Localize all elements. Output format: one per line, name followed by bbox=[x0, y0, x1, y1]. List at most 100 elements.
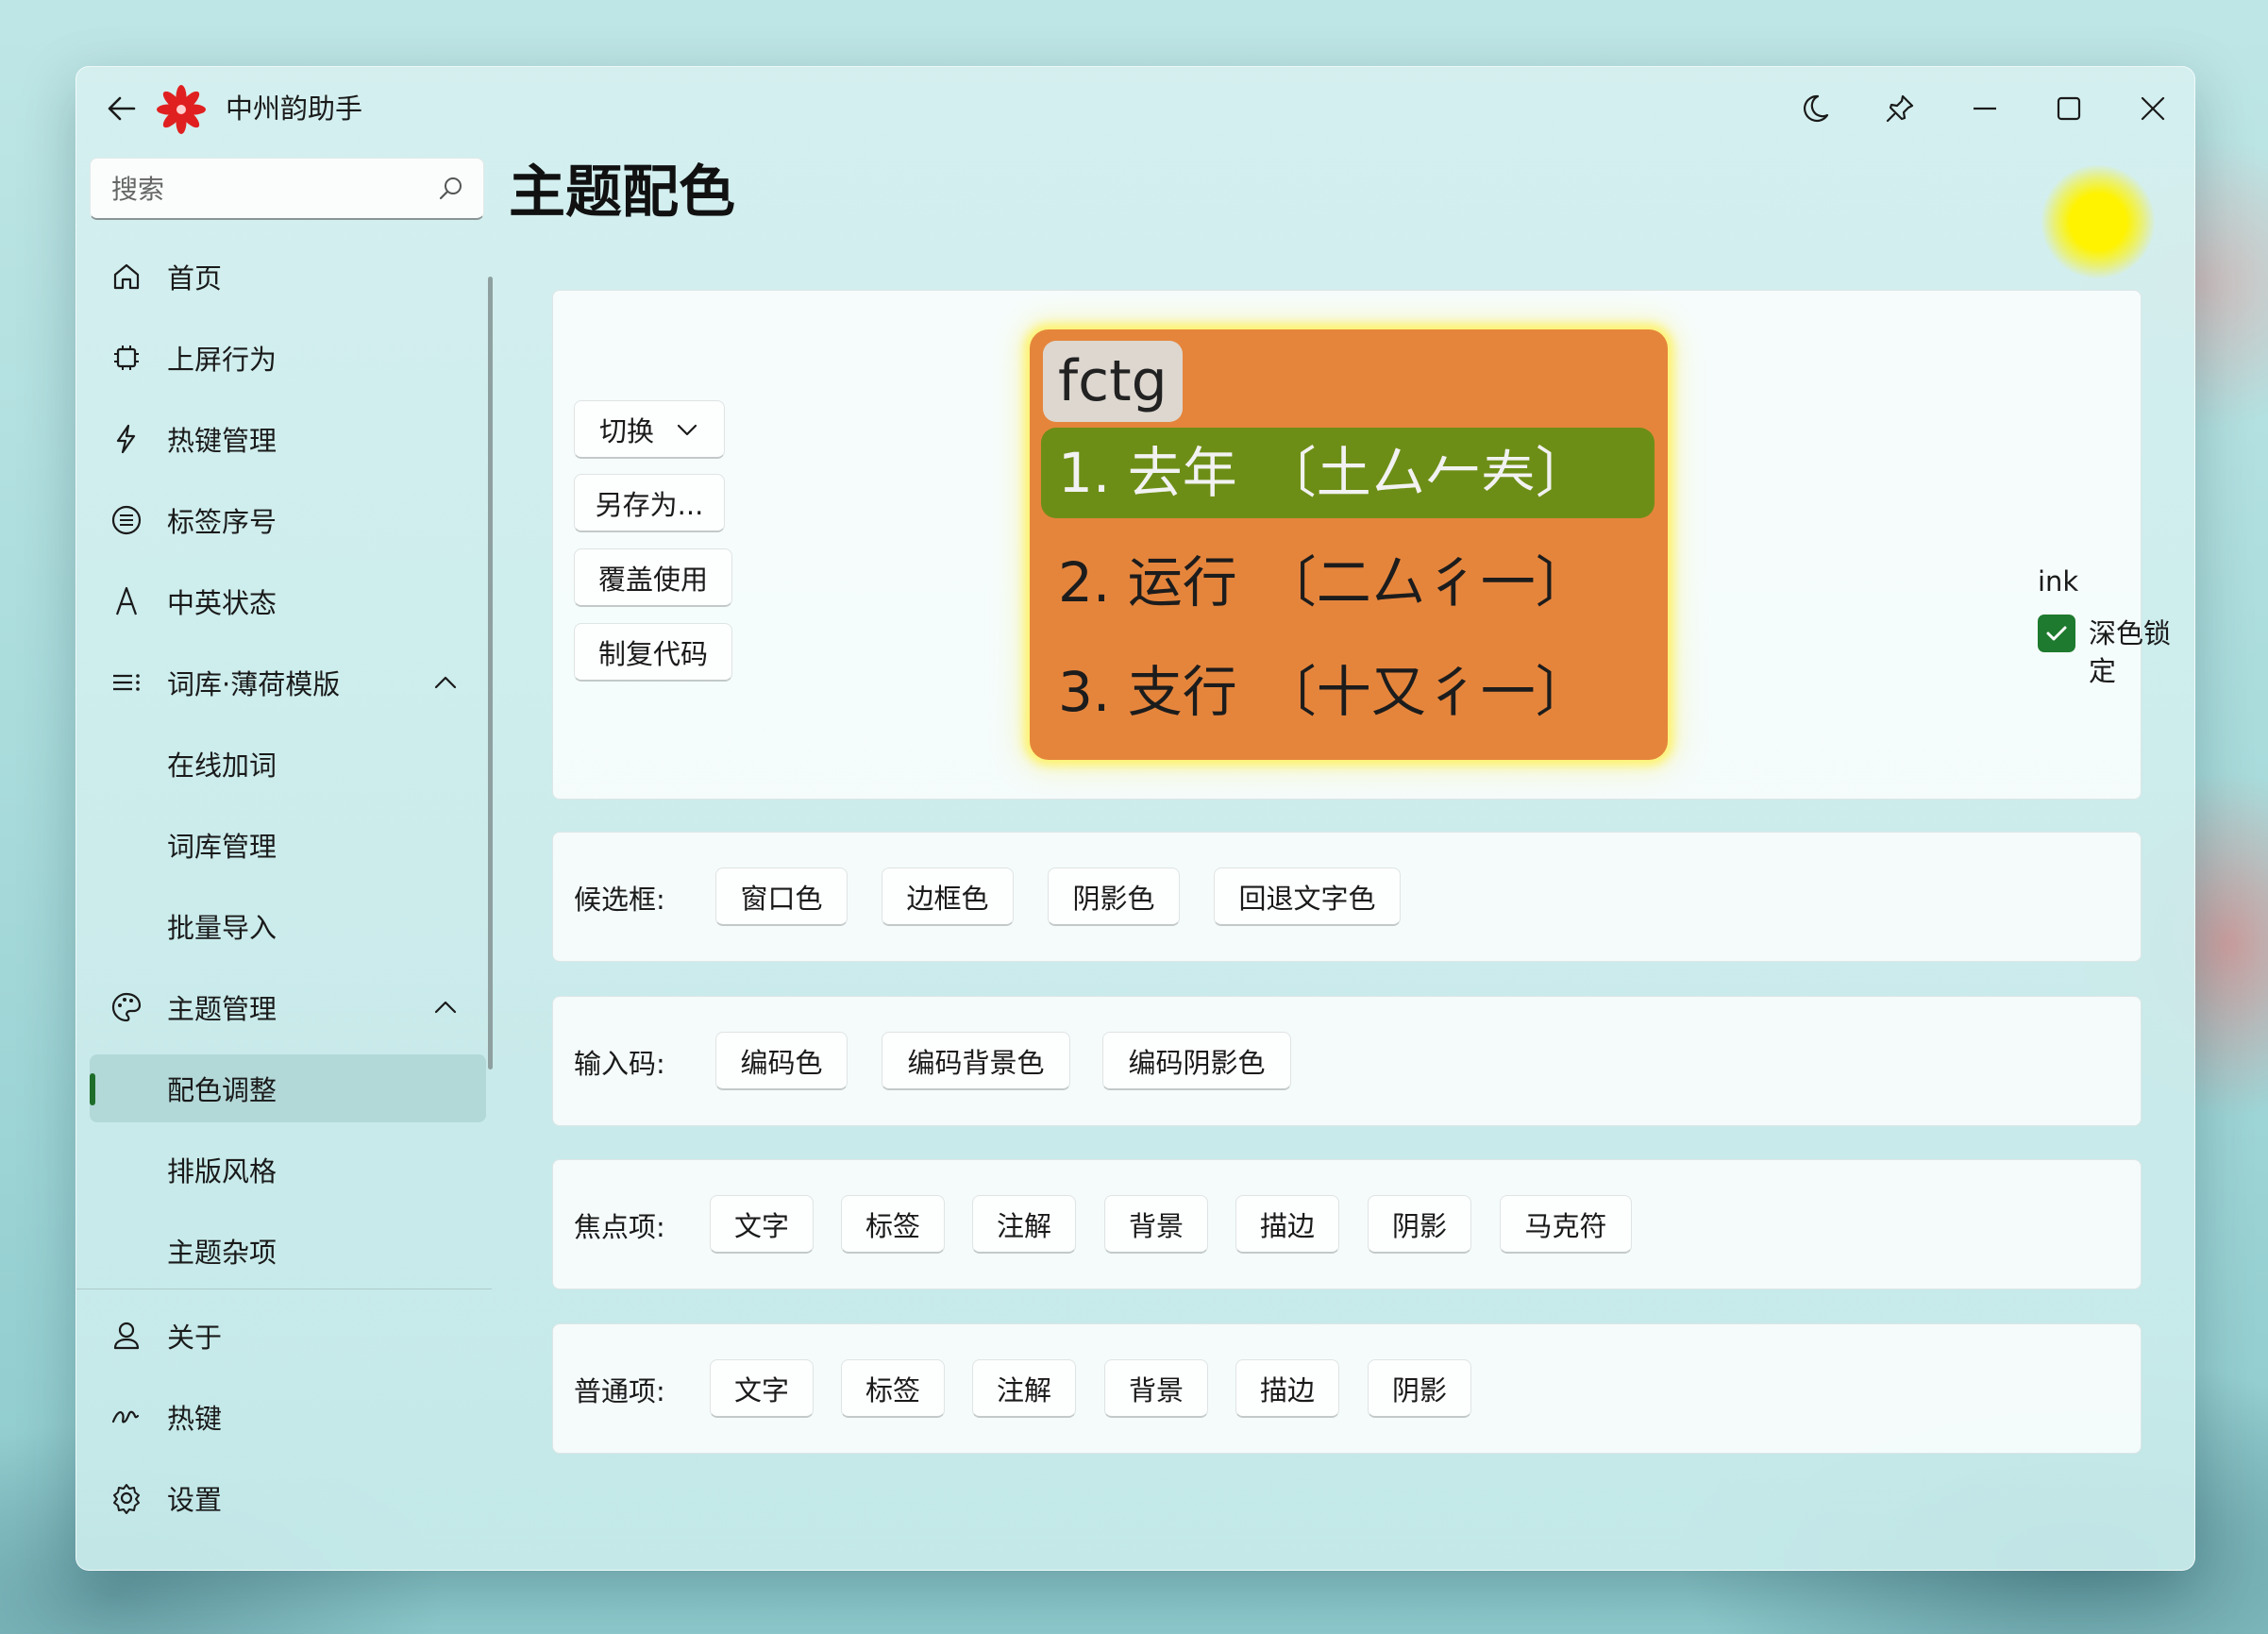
sidebar-item-ime-state[interactable]: 中英状态 bbox=[90, 567, 486, 635]
sidebar-item-label: 主题管理 bbox=[167, 993, 277, 1025]
gear-icon bbox=[109, 1480, 144, 1516]
shadow-color-button[interactable]: 阴影色 bbox=[1048, 868, 1180, 926]
home-icon bbox=[109, 259, 144, 295]
chevron-up-icon bbox=[434, 676, 457, 689]
candidate-text: 1. 去年 bbox=[1058, 441, 1237, 505]
sidebar-item-label: 批量导入 bbox=[167, 912, 277, 944]
sidebar-item-label: 配色调整 bbox=[167, 1074, 277, 1106]
sidebar-item-label: 关于 bbox=[167, 1322, 223, 1354]
chevron-down-icon bbox=[677, 424, 697, 435]
minimize-icon bbox=[1974, 107, 1996, 110]
sidebar-item-label: 标签序号 bbox=[167, 506, 277, 538]
sidebar-item-theme-manage[interactable]: 主题管理 bbox=[90, 973, 486, 1041]
focus-shadow-button[interactable]: 阴影 bbox=[1368, 1195, 1471, 1254]
focus-item-row: 焦点项: 文字 标签 注解 背景 描边 阴影 马克符 bbox=[552, 1159, 2142, 1289]
chevron-up-icon bbox=[434, 1001, 457, 1014]
sidebar-item-label-index[interactable]: 标签序号 bbox=[90, 486, 486, 554]
arrow-left-icon bbox=[108, 96, 136, 121]
row-label: 焦点项: bbox=[574, 1211, 665, 1243]
sidebar-item-label: 热键管理 bbox=[167, 425, 277, 457]
candidate-text: 2. 运行 bbox=[1058, 550, 1237, 615]
focus-marker-button[interactable]: 马克符 bbox=[1500, 1195, 1632, 1254]
sidebar-item-commit-behavior[interactable]: 上屏行为 bbox=[90, 324, 486, 392]
fallback-text-color-button[interactable]: 回退文字色 bbox=[1214, 868, 1401, 926]
selection-indicator bbox=[90, 1073, 95, 1105]
preview-candidate: 2. 运行 〔二厶彳一〕 bbox=[1041, 537, 1655, 628]
preview-input-code: fctg bbox=[1043, 341, 1183, 422]
input-code-row: 输入码: 编码色 编码背景色 编码阴影色 bbox=[552, 996, 2142, 1126]
preview-candidate-focused: 1. 去年 〔土厶𠂉𡗗〕 bbox=[1041, 428, 1655, 518]
normal-comment-button[interactable]: 注解 bbox=[972, 1359, 1076, 1418]
sidebar-item-online-add[interactable]: 在线加词 bbox=[90, 730, 486, 798]
sidebar-item-settings[interactable]: 设置 bbox=[90, 1464, 486, 1532]
app-logo-icon bbox=[157, 85, 206, 134]
row-label: 候选框: bbox=[574, 884, 665, 916]
normal-stroke-button[interactable]: 描边 bbox=[1235, 1359, 1339, 1418]
minimize-button[interactable] bbox=[1955, 78, 2015, 139]
sidebar-item-batch-import[interactable]: 批量导入 bbox=[90, 892, 486, 960]
code-color-button[interactable]: 编码色 bbox=[715, 1032, 848, 1090]
sidebar-item-label: 词库管理 bbox=[167, 831, 277, 863]
save-as-button[interactable]: 另存为... bbox=[574, 474, 725, 532]
sidebar-item-hotkey-manage[interactable]: 热键管理 bbox=[90, 405, 486, 473]
dark-lock-checkbox[interactable] bbox=[2038, 615, 2075, 652]
switch-dropdown[interactable]: 切换 bbox=[574, 400, 725, 459]
app-title: 中州韵助手 bbox=[226, 93, 363, 125]
focus-label-button[interactable]: 标签 bbox=[841, 1195, 945, 1254]
sidebar-item-color-adjust[interactable]: 配色调整 bbox=[90, 1054, 486, 1122]
search-input[interactable] bbox=[109, 159, 425, 219]
sidebar-item-label: 词库·薄荷模版 bbox=[167, 668, 341, 700]
focus-comment-button[interactable]: 注解 bbox=[972, 1195, 1076, 1254]
normal-text-button[interactable]: 文字 bbox=[710, 1359, 814, 1418]
code-bg-color-button[interactable]: 编码背景色 bbox=[882, 1032, 1070, 1090]
checkmark-icon bbox=[2046, 626, 2067, 641]
sidebar-item-dictionary[interactable]: 词库·薄荷模版 bbox=[90, 649, 486, 716]
search-box bbox=[90, 158, 484, 220]
letter-a-icon bbox=[109, 583, 144, 619]
preview-candidate: 3. 支行 〔十又彳一〕 bbox=[1041, 647, 1655, 737]
sidebar-scrollbar[interactable] bbox=[488, 277, 493, 1070]
person-icon bbox=[109, 1318, 144, 1354]
switch-label: 切换 bbox=[598, 414, 654, 447]
sidebar-item-hotkeys[interactable]: 热键 bbox=[90, 1383, 486, 1451]
close-button[interactable] bbox=[2123, 78, 2183, 139]
sidebar-item-label: 在线加词 bbox=[167, 750, 277, 782]
sidebar-item-layout-style[interactable]: 排版风格 bbox=[90, 1136, 486, 1204]
candidate-comment: 〔二厶彳一〕 bbox=[1261, 550, 1590, 615]
sidebar-item-home[interactable]: 首页 bbox=[90, 243, 486, 311]
normal-shadow-button[interactable]: 阴影 bbox=[1368, 1359, 1471, 1418]
sidebar-item-label: 热键 bbox=[167, 1403, 223, 1435]
sidebar-item-label: 设置 bbox=[167, 1484, 223, 1516]
focus-text-button[interactable]: 文字 bbox=[710, 1195, 814, 1254]
theme-toggle-button[interactable] bbox=[1785, 78, 1845, 139]
dark-lock-label[interactable]: 深色锁定 bbox=[2089, 615, 2194, 690]
focus-background-button[interactable]: 背景 bbox=[1104, 1195, 1208, 1254]
code-shadow-color-button[interactable]: 编码阴影色 bbox=[1102, 1032, 1291, 1090]
override-use-button[interactable]: 覆盖使用 bbox=[574, 548, 732, 607]
copy-code-button[interactable]: 制复代码 bbox=[574, 623, 732, 682]
list-icon bbox=[109, 665, 144, 700]
window-color-button[interactable]: 窗口色 bbox=[715, 868, 848, 926]
normal-background-button[interactable]: 背景 bbox=[1104, 1359, 1208, 1418]
candidate-comment: 〔土厶𠂉𡗗〕 bbox=[1261, 441, 1590, 505]
sidebar-item-dict-manage[interactable]: 词库管理 bbox=[90, 811, 486, 879]
sidebar-item-label: 主题杂项 bbox=[167, 1237, 277, 1269]
theme-color-indicator bbox=[2041, 165, 2155, 278]
sidebar-item-about[interactable]: 关于 bbox=[90, 1302, 486, 1370]
candidate-box-row: 候选框: 窗口色 边框色 阴影色 回退文字色 bbox=[552, 832, 2142, 962]
search-icon[interactable] bbox=[438, 176, 464, 202]
sidebar-item-label: 上屏行为 bbox=[167, 344, 277, 376]
pin-button[interactable] bbox=[1870, 78, 1930, 139]
candidate-text: 3. 支行 bbox=[1058, 660, 1237, 724]
focus-stroke-button[interactable]: 描边 bbox=[1235, 1195, 1339, 1254]
border-color-button[interactable]: 边框色 bbox=[882, 868, 1014, 926]
chip-icon bbox=[109, 340, 144, 376]
scheme-name: ink bbox=[2038, 565, 2079, 598]
sidebar-item-theme-misc[interactable]: 主题杂项 bbox=[90, 1217, 486, 1285]
normal-label-button[interactable]: 标签 bbox=[841, 1359, 945, 1418]
lightning-icon bbox=[109, 421, 144, 457]
sidebar-item-label: 中英状态 bbox=[167, 587, 277, 619]
maximize-button[interactable] bbox=[2039, 78, 2099, 139]
back-button[interactable] bbox=[95, 82, 148, 135]
list-circle-icon bbox=[109, 502, 144, 538]
